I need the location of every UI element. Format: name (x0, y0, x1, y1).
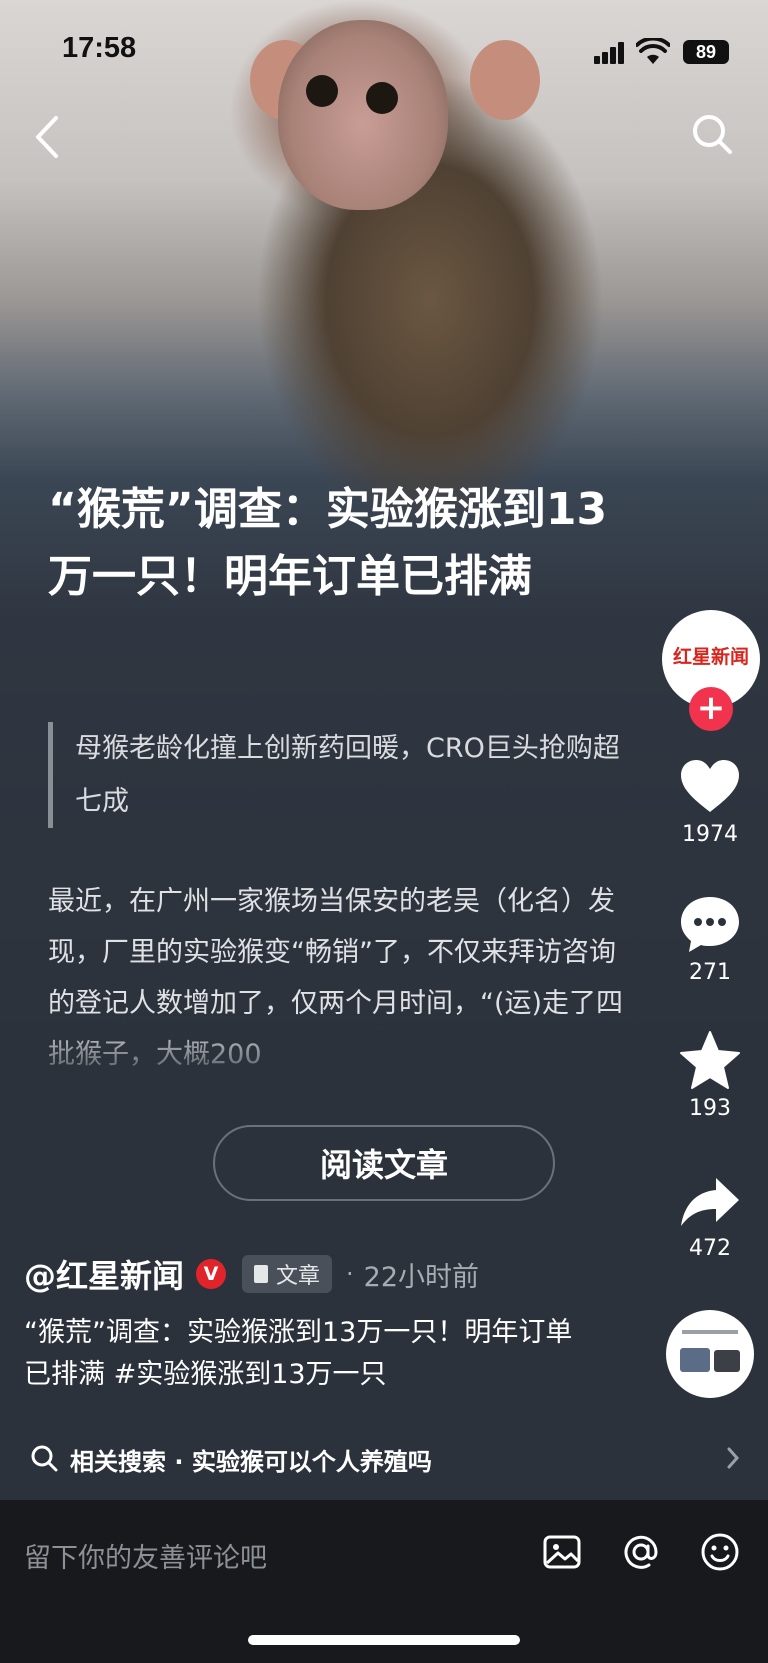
document-icon (254, 1265, 269, 1283)
wifi-icon (636, 38, 670, 64)
related-search-bar[interactable]: 相关搜索 · 实验猴可以个人养殖吗 (0, 1432, 768, 1490)
avatar-logo: 红星新闻 (672, 646, 749, 668)
at-icon[interactable] (619, 1530, 663, 1574)
heart-icon[interactable] (678, 758, 742, 816)
monkey-eye-right (366, 82, 398, 114)
share-count: 472 (689, 1236, 731, 1261)
thumb-text-line (682, 1330, 738, 1334)
post-caption[interactable]: “猴荒”调查：实验猴涨到13万一只！明年订单已排满 #实验猴涨到13万一只 (24, 1312, 584, 1396)
article-subtitle: 母猴老龄化撞上创新药回暖，CRO巨头抢购超七成 (48, 722, 645, 828)
home-indicator[interactable] (248, 1635, 520, 1645)
related-search-text: 相关搜索 · 实验猴可以个人养殖吗 (70, 1448, 432, 1476)
status-time: 17:58 (62, 32, 137, 64)
separator-dot: · (346, 1260, 354, 1288)
comment-bubble-icon[interactable] (678, 894, 742, 954)
content-type-label: 文章 (276, 1264, 321, 1289)
comment-count: 271 (689, 960, 731, 985)
content-type-tag: 文章 (242, 1255, 333, 1293)
thumb-image-right (714, 1350, 740, 1372)
monkey-eye-left (306, 75, 338, 107)
author-row: @红星新闻 V 文章 · 22小时前 (24, 1252, 479, 1296)
search-icon[interactable] (690, 112, 734, 156)
share-arrow-icon[interactable] (678, 1174, 742, 1230)
post-time: 22小时前 (363, 1261, 480, 1293)
image-icon[interactable] (540, 1530, 584, 1574)
article-body-preview: 最近，在广州一家猴场当保安的老吴（化名）发现，厂里的实验猴变“畅销”了，不仅来拜… (48, 876, 630, 1080)
like-action[interactable]: 1974 (662, 758, 758, 847)
author-name[interactable]: @红星新闻 (24, 1251, 184, 1297)
comment-input[interactable]: 留下你的友善评论吧 (24, 1536, 267, 1575)
magnifier-icon (31, 1445, 58, 1472)
music-disc-thumbnail[interactable] (666, 1310, 754, 1398)
cellular-signal-icon (594, 42, 624, 64)
back-arrow-icon[interactable] (30, 112, 70, 162)
comment-action[interactable]: 271 (662, 894, 758, 985)
like-count: 1974 (682, 822, 738, 847)
thumb-image-left (680, 1348, 710, 1372)
battery-indicator: 89 (683, 40, 729, 64)
verified-badge-icon: V (196, 1259, 227, 1289)
read-article-button[interactable]: 阅读文章 (213, 1125, 555, 1201)
follow-button[interactable]: + (689, 687, 733, 731)
star-icon[interactable] (678, 1030, 742, 1090)
favorite-count: 193 (689, 1096, 731, 1121)
article-title: “猴荒”调查：实验猴涨到13万一只！明年订单已排满 (48, 484, 608, 602)
favorite-action[interactable]: 193 (662, 1030, 758, 1121)
chevron-right-icon (727, 1447, 740, 1469)
emoji-icon[interactable] (698, 1530, 742, 1574)
status-bar: 17:58 89 (0, 30, 768, 70)
share-action[interactable]: 472 (662, 1174, 758, 1261)
fade-overlay (48, 1020, 630, 1080)
